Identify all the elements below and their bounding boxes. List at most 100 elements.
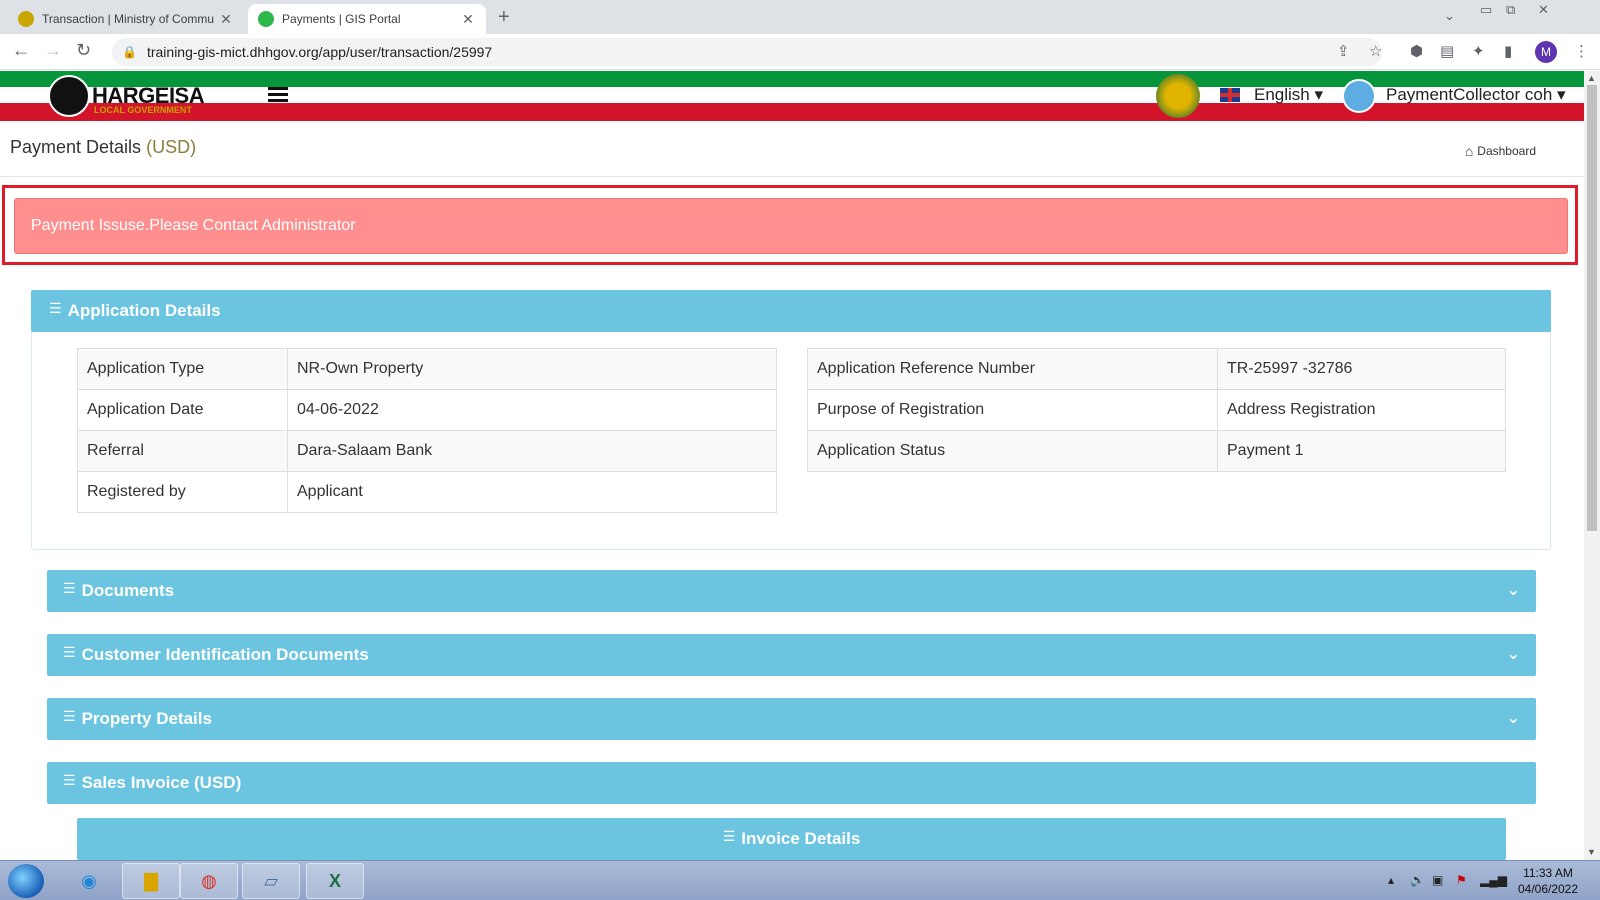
clock-date: 04/06/2022 (1517, 882, 1579, 896)
tray-expand-icon[interactable]: ▴ (1388, 873, 1394, 887)
minimize-icon[interactable]: ▭ (1480, 2, 1492, 18)
home-icon: ⌂ (1464, 143, 1474, 159)
detail-label: Application Reference Number (807, 348, 1218, 390)
scroll-down-icon[interactable]: ▼ (1587, 847, 1596, 857)
excel-taskbar-icon[interactable]: X (306, 863, 364, 899)
application-details-left-table: Application Type NR-Own Property Applica… (77, 348, 777, 513)
detail-value: 04-06-2022 (287, 389, 777, 431)
extension-clipboard-icon[interactable]: ▤ (1440, 42, 1454, 60)
action-center-icon[interactable]: ⚑ (1456, 873, 1467, 887)
government-emblem-icon (1156, 74, 1200, 118)
app-header: HARGEISA LOCAL GOVERNMENT English ▾ Paym… (0, 71, 1584, 121)
scroll-up-icon[interactable]: ▲ (1587, 73, 1596, 83)
detail-label: Application Type (77, 348, 288, 390)
list-icon: ☰ (63, 771, 76, 788)
bookmark-star-icon[interactable]: ☆ (1369, 42, 1382, 60)
tab-title: Payments | GIS Portal (282, 12, 401, 26)
tab-search-icon[interactable]: ⌄ (1444, 8, 1455, 24)
forward-icon[interactable]: → (44, 40, 62, 61)
detail-value: Applicant (287, 471, 777, 513)
user-menu-dropdown[interactable]: PaymentCollector coh ▾ (1386, 85, 1566, 105)
detail-label: Purpose of Registration (807, 389, 1218, 431)
restore-icon[interactable]: ⧉ (1506, 2, 1515, 18)
browser-tab-transaction[interactable]: Transaction | Ministry of Commu ✕ (8, 4, 244, 34)
extensions-puzzle-icon[interactable]: ✦ (1472, 42, 1485, 60)
application-details-right-table: Application Reference Number TR-25997 -3… (807, 348, 1506, 472)
invoice-details-header[interactable]: ☰ Invoice Details (77, 818, 1506, 860)
url-text: training-gis-mict.dhhgov.org/app/user/tr… (146, 44, 493, 60)
windows-taskbar: ◉ ▇ ◍ ▱ X ▴ 🔈 ▣ ⚑ ▂▄▆ 11:33 AM 04/06/202… (0, 860, 1600, 900)
page-title: Payment Details (USD) (10, 137, 197, 157)
menu-toggle-icon[interactable] (268, 87, 288, 103)
detail-label: Referral (77, 430, 288, 472)
tab-title: Transaction | Ministry of Commu (42, 12, 215, 26)
new-tab-icon[interactable]: + (498, 6, 510, 29)
chevron-down-icon[interactable]: ⌄ (1507, 580, 1520, 600)
signal-icon[interactable]: ▂▄▆ (1480, 873, 1507, 887)
table-row: Referral Dara-Salaam Bank (77, 430, 777, 472)
close-icon[interactable]: ✕ (460, 11, 476, 28)
detail-value: NR-Own Property (287, 348, 777, 390)
detail-value: Payment 1 (1217, 430, 1506, 472)
hargeisa-logo-icon[interactable] (48, 75, 90, 117)
page-currency: (USD) (146, 137, 197, 157)
reload-icon[interactable]: ↻ (76, 40, 91, 61)
volume-muted-icon[interactable]: 🔈 (1410, 873, 1425, 887)
page-scrollbar[interactable]: ▲ ▼ (1584, 71, 1600, 860)
list-icon: ☰ (63, 579, 76, 596)
breadcrumb-dashboard-link[interactable]: Dashboard (1477, 144, 1536, 158)
side-panel-icon[interactable]: ▮ (1504, 42, 1512, 60)
sales-invoice-section-header[interactable]: ☰ Sales Invoice (USD) (47, 762, 1536, 804)
table-row: Application Type NR-Own Property (77, 348, 777, 390)
profile-avatar[interactable]: M (1535, 41, 1557, 63)
lock-icon: 🔒 (122, 45, 137, 59)
notepad-taskbar-icon[interactable]: ▱ (242, 863, 300, 899)
property-details-section-header[interactable]: ☰ Property Details ⌄ (47, 698, 1536, 740)
user-avatar[interactable] (1342, 79, 1376, 113)
file-explorer-taskbar-icon[interactable]: ▇ (122, 863, 180, 899)
error-alert: Payment Issuse.Please Contact Administra… (14, 198, 1568, 254)
browser-menu-icon[interactable]: ⋮ (1574, 42, 1589, 60)
window-close-icon[interactable]: ✕ (1538, 2, 1549, 18)
detail-value: Dara-Salaam Bank (287, 430, 777, 472)
documents-section-header[interactable]: ☰ Documents ⌄ (47, 570, 1536, 612)
detail-label: Application Date (77, 389, 288, 431)
gis-favicon-icon (258, 11, 274, 27)
extension-shield-icon[interactable]: ⬢ (1410, 42, 1423, 60)
browser-tabstrip: Transaction | Ministry of Commu ✕ Paymen… (0, 0, 1600, 34)
browser-tab-payments[interactable]: Payments | GIS Portal ✕ (248, 4, 486, 34)
network-device-icon[interactable]: ▣ (1432, 873, 1443, 887)
language-dropdown[interactable]: English ▾ (1254, 85, 1323, 105)
close-icon[interactable]: ✕ (218, 11, 234, 28)
browser-toolbar: ← → ↻ 🔒 training-gis-mict.dhhgov.org/app… (0, 34, 1600, 70)
alert-message: Payment Issuse.Please Contact Administra… (31, 217, 356, 234)
scrollbar-thumb[interactable] (1587, 85, 1597, 531)
detail-value: Address Registration (1217, 389, 1506, 431)
start-button-icon[interactable] (8, 864, 44, 898)
customer-id-docs-section-header[interactable]: ☰ Customer Identification Documents ⌄ (47, 634, 1536, 676)
uk-flag-icon (1220, 88, 1240, 102)
chevron-down-icon[interactable]: ⌄ (1507, 644, 1520, 664)
application-details-header[interactable]: ☰ Application Details (31, 290, 1551, 332)
list-icon: ☰ (63, 643, 76, 660)
list-icon: ☰ (722, 827, 736, 844)
chrome-taskbar-icon[interactable]: ◍ (180, 863, 238, 899)
taskbar-clock[interactable]: 11:33 AM 04/06/2022 (1508, 865, 1588, 897)
list-icon: ☰ (63, 707, 76, 724)
table-row: Registered by Applicant (77, 471, 777, 513)
page-title-bar: Payment Details (USD) ⌂ Dashboard (0, 121, 1584, 177)
address-bar[interactable]: 🔒 training-gis-mict.dhhgov.org/app/user/… (112, 38, 1382, 66)
edge-taskbar-icon[interactable]: ◉ (60, 863, 118, 899)
table-row: Application Status Payment 1 (807, 430, 1506, 472)
back-icon[interactable]: ← (12, 40, 30, 61)
breadcrumb[interactable]: ⌂ Dashboard (1465, 143, 1536, 159)
clock-time: 11:33 AM (1523, 866, 1573, 880)
table-row: Application Date 04-06-2022 (77, 389, 777, 431)
share-icon[interactable]: ⇪ (1337, 42, 1350, 60)
detail-label: Application Status (807, 430, 1218, 472)
table-row: Application Reference Number TR-25997 -3… (807, 348, 1506, 390)
detail-value: TR-25997 -32786 (1217, 348, 1506, 390)
ministry-favicon-icon (18, 11, 34, 27)
chevron-down-icon[interactable]: ⌄ (1507, 708, 1520, 728)
table-row: Purpose of Registration Address Registra… (807, 389, 1506, 431)
